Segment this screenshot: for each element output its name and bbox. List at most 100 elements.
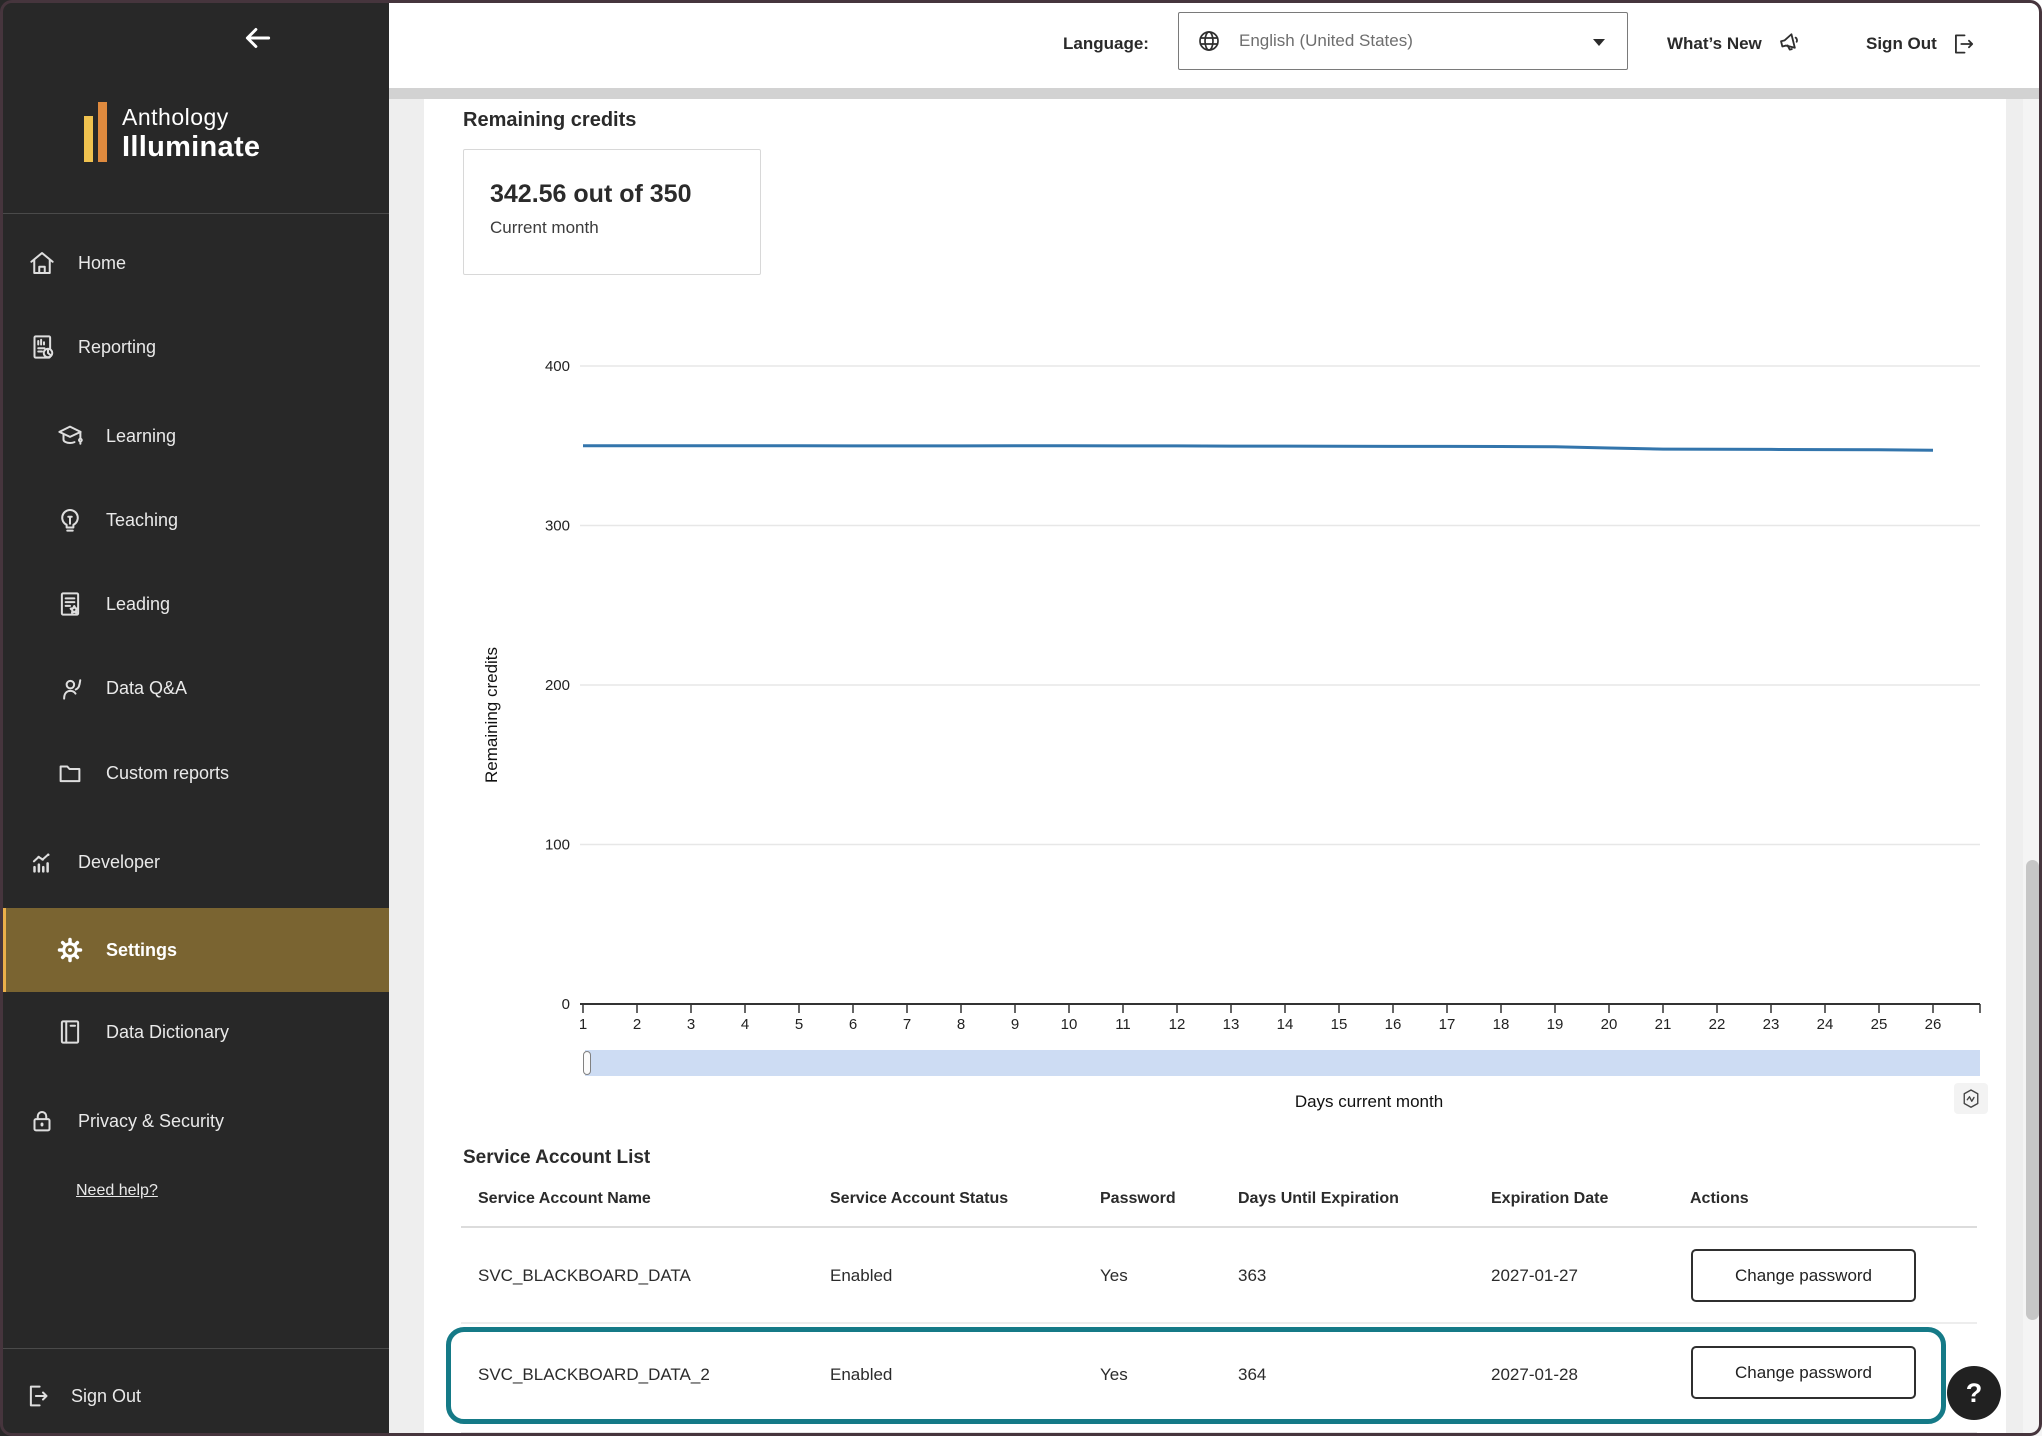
- x-tick-label: 17: [1439, 1016, 1456, 1033]
- language-select[interactable]: English (United States): [1178, 12, 1628, 70]
- x-tick-label: 2: [633, 1016, 641, 1033]
- header-sign-out-label: Sign Out: [1866, 34, 1937, 54]
- chart-range-slider[interactable]: [585, 1050, 1980, 1076]
- whats-new-label: What’s New: [1667, 34, 1762, 54]
- x-tick-label: 19: [1547, 1016, 1564, 1033]
- row1-status: Enabled: [830, 1266, 892, 1286]
- sidebar-item-label: Data Q&A: [106, 678, 187, 699]
- row1-name: SVC_BLACKBOARD_DATA: [478, 1266, 691, 1286]
- globe-icon: [1196, 28, 1222, 54]
- back-arrow-icon: [241, 21, 275, 55]
- sidebar-item-label: Developer: [78, 852, 160, 873]
- row2-name: SVC_BLACKBOARD_DATA_2: [478, 1365, 710, 1385]
- sidebar-item-label: Privacy & Security: [78, 1111, 224, 1132]
- x-tick-label: 20: [1601, 1016, 1618, 1033]
- x-tick-label: 16: [1385, 1016, 1402, 1033]
- logo-bars-icon: [84, 100, 108, 162]
- row2-password: Yes: [1100, 1365, 1128, 1385]
- sidebar: Anthology Illuminate Home Reporting Lear…: [0, 0, 389, 1436]
- table-bottom-border: [461, 1432, 1977, 1434]
- sidebar-sign-out[interactable]: Sign Out: [0, 1354, 389, 1436]
- whats-new-button[interactable]: What’s New: [1667, 0, 1805, 88]
- chart-watermark-icon: [1959, 1087, 1983, 1111]
- sidebar-item-label: Leading: [106, 594, 170, 615]
- x-tick-label: 5: [795, 1016, 803, 1033]
- x-tick-label: 15: [1331, 1016, 1348, 1033]
- sign-out-label: Sign Out: [71, 1386, 141, 1407]
- x-tick-label: 23: [1763, 1016, 1780, 1033]
- x-tick-label: 3: [687, 1016, 695, 1033]
- y-tick-label: 300: [545, 518, 570, 535]
- sidebar-item-privacy-security[interactable]: Privacy & Security: [0, 1079, 389, 1163]
- x-tick-label: 11: [1115, 1016, 1131, 1033]
- x-tick-label: 9: [1011, 1016, 1019, 1033]
- logo-brand: Anthology: [122, 106, 260, 129]
- x-tick-label: 26: [1925, 1016, 1942, 1033]
- sidebar-divider: [0, 213, 389, 214]
- x-tick-label: 7: [903, 1016, 911, 1033]
- home-icon: [27, 248, 57, 278]
- sidebar-item-label: Data Dictionary: [106, 1022, 229, 1043]
- header-sign-out-icon: [1950, 30, 1978, 58]
- sidebar-item-developer[interactable]: Developer: [0, 820, 389, 904]
- sidebar-item-custom-reports[interactable]: Custom reports: [0, 731, 389, 815]
- x-axis-title: Days current month: [1295, 1092, 1443, 1111]
- column-header-name: Service Account Name: [478, 1190, 651, 1208]
- sidebar-item-label: Reporting: [78, 337, 156, 358]
- sidebar-item-learning[interactable]: Learning: [0, 394, 389, 478]
- y-tick-label: 0: [562, 996, 570, 1013]
- column-header-days: Days Until Expiration: [1238, 1190, 1399, 1208]
- row2-status: Enabled: [830, 1365, 892, 1385]
- sidebar-item-reporting[interactable]: Reporting: [0, 305, 389, 389]
- megaphone-icon: [1775, 29, 1805, 59]
- header-sign-out-button[interactable]: Sign Out: [1866, 0, 1978, 88]
- sidebar-item-label: Custom reports: [106, 763, 229, 784]
- data-dictionary-icon: [55, 1017, 85, 1047]
- sidebar-item-home[interactable]: Home: [0, 221, 389, 305]
- sidebar-item-settings[interactable]: Settings: [0, 908, 389, 992]
- column-header-status: Service Account Status: [830, 1190, 1008, 1208]
- language-value: English (United States): [1239, 31, 1413, 51]
- table-row-divider: [461, 1322, 1977, 1324]
- need-help-link[interactable]: Need help?: [76, 1182, 158, 1200]
- remaining-credits-chart: 0100200300400123456789101112131415161718…: [420, 100, 2010, 1140]
- x-tick-label: 22: [1709, 1016, 1726, 1033]
- column-header-actions: Actions: [1690, 1190, 1749, 1208]
- sidebar-item-teaching[interactable]: Teaching: [0, 478, 389, 562]
- chevron-down-icon: [1593, 39, 1605, 46]
- row1-days: 363: [1238, 1266, 1266, 1286]
- sidebar-item-label: Teaching: [106, 510, 178, 531]
- language-label: Language:: [1063, 0, 1149, 88]
- x-tick-label: 10: [1061, 1016, 1078, 1033]
- x-tick-label: 25: [1871, 1016, 1888, 1033]
- y-axis-title: Remaining credits: [482, 647, 501, 783]
- sidebar-collapse-button[interactable]: [238, 18, 278, 58]
- sidebar-item-data-dictionary[interactable]: Data Dictionary: [0, 990, 389, 1074]
- x-tick-label: 6: [849, 1016, 857, 1033]
- chart-range-slider-handle[interactable]: [583, 1051, 591, 1075]
- lock-icon: [27, 1106, 57, 1136]
- x-tick-label: 8: [957, 1016, 965, 1033]
- table-header-border: [461, 1226, 1977, 1228]
- y-tick-label: 400: [545, 358, 570, 375]
- help-button[interactable]: ?: [1947, 1366, 2001, 1420]
- credits-line-series: [583, 446, 1933, 450]
- x-tick-label: 21: [1655, 1016, 1672, 1033]
- row2-change-password-button[interactable]: Change password: [1691, 1346, 1916, 1399]
- sidebar-item-data-qa[interactable]: Data Q&A: [0, 646, 389, 730]
- x-tick-label: 13: [1223, 1016, 1240, 1033]
- row2-expiration: 2027-01-28: [1491, 1365, 1578, 1385]
- vertical-scrollbar-thumb[interactable]: [2026, 860, 2039, 1320]
- x-tick-label: 14: [1277, 1016, 1294, 1033]
- chart-watermark-button[interactable]: [1954, 1083, 1988, 1114]
- teaching-icon: [55, 505, 85, 535]
- column-header-expiration: Expiration Date: [1491, 1190, 1608, 1208]
- x-tick-label: 18: [1493, 1016, 1510, 1033]
- data-qa-icon: [55, 673, 85, 703]
- sidebar-item-leading[interactable]: Leading: [0, 562, 389, 646]
- row1-change-password-button[interactable]: Change password: [1691, 1249, 1916, 1302]
- header-divider-strip: [389, 88, 2042, 99]
- sidebar-item-label: Settings: [106, 940, 177, 961]
- y-tick-label: 100: [545, 837, 570, 854]
- row1-expiration: 2027-01-27: [1491, 1266, 1578, 1286]
